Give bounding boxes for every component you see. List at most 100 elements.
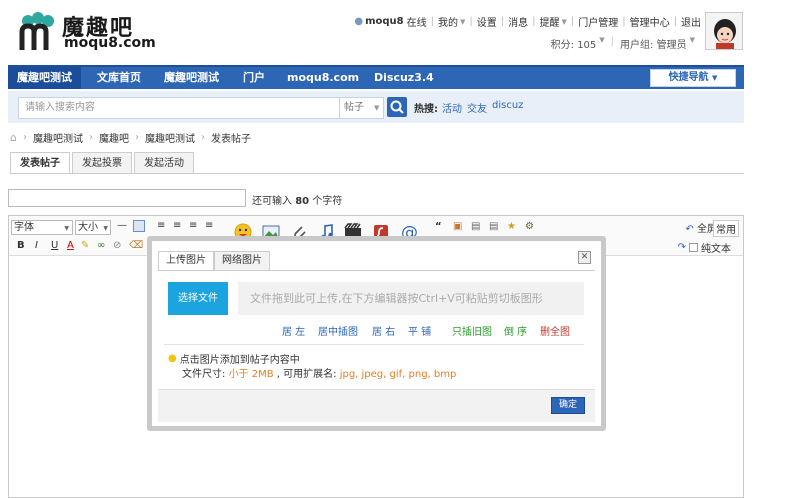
settings-icon[interactable]: ⚙: [525, 221, 534, 232]
quick-nav-button[interactable]: 快捷导航 ▼: [650, 69, 736, 87]
file-size-label: 文件尺寸:: [182, 369, 229, 380]
size-select-label: 大小: [78, 222, 98, 233]
settings-link[interactable]: 设置: [477, 14, 497, 29]
password-icon[interactable]: ★: [507, 221, 516, 232]
breadcrumb-item[interactable]: 魔趣吧测试: [33, 130, 83, 145]
align-left-option[interactable]: 居 左: [282, 323, 305, 338]
chevron-down-icon: ▼: [561, 17, 567, 26]
home-icon[interactable]: ⌂: [10, 131, 17, 144]
nav-item-moqu-test[interactable]: 魔趣吧测试: [8, 67, 81, 89]
font-select[interactable]: 字体 ▼: [11, 220, 73, 235]
link-icon[interactable]: ∞: [97, 240, 105, 251]
common-button[interactable]: 常用: [713, 220, 739, 237]
italic-button[interactable]: I: [35, 240, 38, 251]
post-type-tabs: 发表帖子 发起投票 发起活动: [10, 152, 196, 174]
plaintext-toggle[interactable]: ↷ 纯文本: [678, 240, 731, 255]
allowed-extensions: jpg, jpeg, gif, png, bmp: [339, 369, 457, 380]
size-select[interactable]: 大小 ▼: [75, 220, 111, 235]
nav-item-moqu-test-2[interactable]: 魔趣吧测试: [155, 67, 228, 89]
online-status: 在线: [406, 18, 427, 29]
horizontal-rule-icon[interactable]: —: [117, 220, 127, 231]
username-link[interactable]: moqu8: [365, 16, 404, 27]
file-drop-zone[interactable]: 文件拖到此可上传,在下方编辑器按Ctrl+V可粘贴剪切板图形: [238, 282, 584, 315]
align-left-icon[interactable]: ≡: [157, 220, 165, 231]
char-count-hint: 还可输入 80 个字符: [252, 192, 342, 207]
eraser-icon[interactable]: ⌫: [129, 240, 143, 251]
logout-link[interactable]: 退出: [681, 14, 701, 29]
align-center-icon[interactable]: ≡: [173, 220, 181, 231]
dialog-tabs: 上传图片 网络图片: [158, 251, 270, 271]
code-icon[interactable]: ▤: [471, 221, 480, 232]
divider: |: [610, 36, 615, 47]
align-center-option[interactable]: 居中插图: [318, 323, 358, 338]
dialog-divider: [164, 344, 584, 345]
reverse-order-option[interactable]: 倒 序: [504, 323, 527, 338]
indent-icon[interactable]: ≡: [205, 220, 213, 231]
image-upload-dialog: 上传图片 网络图片 ✕ 选择文件 文件拖到此可上传,在下方编辑器按Ctrl+V可…: [152, 241, 601, 426]
align-right-option[interactable]: 居 右: [372, 323, 395, 338]
post-title-input[interactable]: [8, 189, 246, 207]
insert-old-only-option[interactable]: 只插旧图: [452, 323, 492, 338]
confirm-button[interactable]: 确定: [551, 397, 585, 414]
credits-link[interactable]: 积分: 105: [551, 36, 597, 51]
hot-tag-activity[interactable]: 活动: [442, 100, 462, 115]
quick-nav-label: 快捷导航: [668, 72, 709, 83]
nav-item-discuz[interactable]: Discuz3.4: [365, 67, 443, 89]
forward-arrow-icon: ↷: [677, 242, 686, 253]
hide-content-icon[interactable]: ▣: [453, 221, 462, 232]
close-icon[interactable]: ✕: [578, 251, 591, 264]
chevron-down-icon: ▼: [103, 225, 108, 232]
user-info-bar: 积分: 105 ▼ | 用户组: 管理员 ▼: [545, 36, 695, 51]
chevron-right-icon: ›: [134, 132, 139, 143]
avatar[interactable]: [705, 12, 743, 50]
breadcrumb-item[interactable]: 魔趣吧测试: [145, 130, 195, 145]
align-right-icon[interactable]: ≡: [189, 220, 197, 231]
list-icon[interactable]: ▤: [489, 221, 498, 232]
site-logo[interactable]: 魔趣吧 moqu8.com: [18, 10, 168, 54]
hot-search-label: 热搜:: [414, 104, 438, 115]
nav-item-library-home[interactable]: 文库首页: [88, 67, 150, 89]
chevron-down-icon: ▼: [599, 36, 605, 44]
tile-option[interactable]: 平 铺: [408, 323, 431, 338]
select-file-button[interactable]: 选择文件: [168, 282, 228, 315]
admin-center-link[interactable]: 管理中心: [630, 14, 670, 29]
search-type-select[interactable]: 帖子 ▼: [340, 97, 384, 119]
quote-icon[interactable]: “: [435, 221, 442, 232]
usergroup-link[interactable]: 用户组: 管理员: [620, 36, 687, 51]
logo-icon: [19, 12, 54, 50]
search-input[interactable]: 请输入搜索内容: [18, 97, 340, 119]
portal-admin-link[interactable]: 门户管理: [578, 14, 618, 29]
bold-button[interactable]: B: [17, 240, 25, 251]
chevron-down-icon: ▼: [459, 17, 466, 26]
nav-item-moqu8[interactable]: moqu8.com: [278, 67, 368, 89]
table-icon[interactable]: [133, 220, 145, 232]
chevron-down-icon: ▼: [374, 104, 380, 112]
delete-all-option[interactable]: 删全图: [540, 323, 570, 338]
tab-web-image[interactable]: 网络图片: [214, 251, 270, 271]
underline-button[interactable]: U: [51, 240, 58, 251]
font-color-button[interactable]: A: [67, 240, 74, 251]
search-bar: 请输入搜索内容 帖子 ▼ 热搜: 活动 交友 discuz: [8, 91, 744, 123]
hot-tag-discuz[interactable]: discuz: [492, 100, 523, 111]
unlink-icon[interactable]: ⊘: [113, 240, 121, 251]
highlight-icon[interactable]: ✎: [81, 240, 89, 251]
reminders-link[interactable]: 提醒: [539, 14, 559, 29]
messages-link[interactable]: 消息: [508, 14, 528, 29]
main-nav: 魔趣吧测试 文库首页 魔趣吧测试 门户 moqu8.com Discuz3.4 …: [8, 65, 744, 89]
tab-new-poll[interactable]: 发起投票: [72, 152, 132, 174]
hot-tag-friends[interactable]: 交友: [467, 100, 487, 115]
plaintext-checkbox[interactable]: [689, 243, 698, 252]
breadcrumb-item[interactable]: 魔趣吧: [99, 130, 129, 145]
tab-new-post[interactable]: 发表帖子: [10, 152, 70, 174]
extension-label: , 可用扩展名:: [273, 369, 340, 380]
chevron-right-icon: ›: [200, 132, 205, 143]
nav-item-portal[interactable]: 门户: [234, 67, 274, 89]
tab-new-activity[interactable]: 发起活动: [134, 152, 194, 174]
file-size-tip: 文件尺寸: 小于 2MB , 可用扩展名: jpg, jpeg, gif, pn…: [182, 365, 456, 380]
my-link[interactable]: 我的: [438, 14, 458, 29]
search-button[interactable]: [387, 97, 407, 117]
chevron-right-icon: ›: [88, 132, 93, 143]
user-icon: ●: [354, 16, 364, 27]
chevron-right-icon: ›: [22, 132, 27, 143]
tab-upload-image[interactable]: 上传图片: [158, 251, 214, 271]
